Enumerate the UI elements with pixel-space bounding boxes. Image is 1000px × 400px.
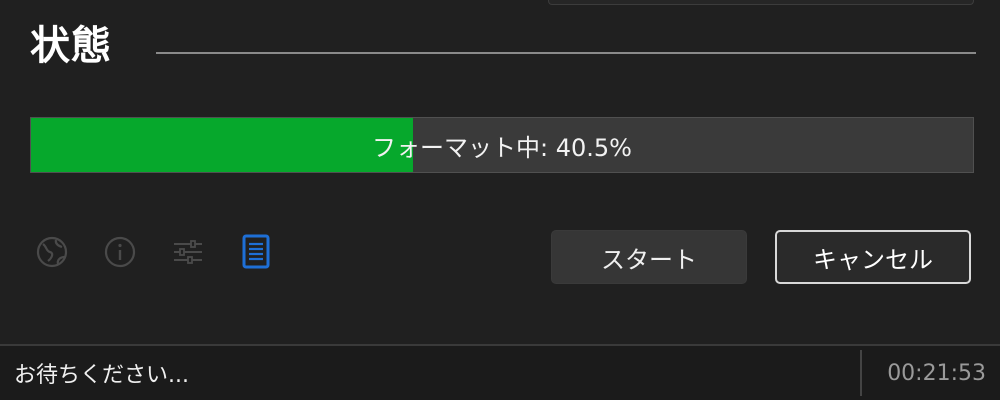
log-button[interactable] — [236, 232, 276, 272]
section-divider — [156, 52, 976, 54]
section-title: 状態 — [30, 22, 112, 69]
cancel-button[interactable]: キャンセル — [775, 230, 971, 284]
globe-button[interactable] — [32, 232, 72, 272]
start-button[interactable]: スタート — [551, 230, 747, 284]
sliders-icon — [174, 240, 202, 264]
format-progress-bar: フォーマット中: 40.5% — [30, 117, 974, 173]
globe-icon — [36, 236, 68, 268]
info-icon — [104, 236, 136, 268]
log-icon — [242, 234, 270, 269]
progress-label: フォーマット中: 40.5% — [372, 133, 632, 162]
info-button[interactable] — [100, 232, 140, 272]
top-field-edge — [548, 0, 974, 5]
elapsed-time: 00:21:53 — [887, 360, 986, 386]
icon-toolbar — [32, 232, 304, 272]
status-message: お待ちください... — [14, 363, 189, 388]
status-bar: お待ちください... 00:21:53 — [0, 344, 1000, 400]
status-divider — [860, 350, 862, 396]
settings-button[interactable] — [168, 232, 208, 272]
